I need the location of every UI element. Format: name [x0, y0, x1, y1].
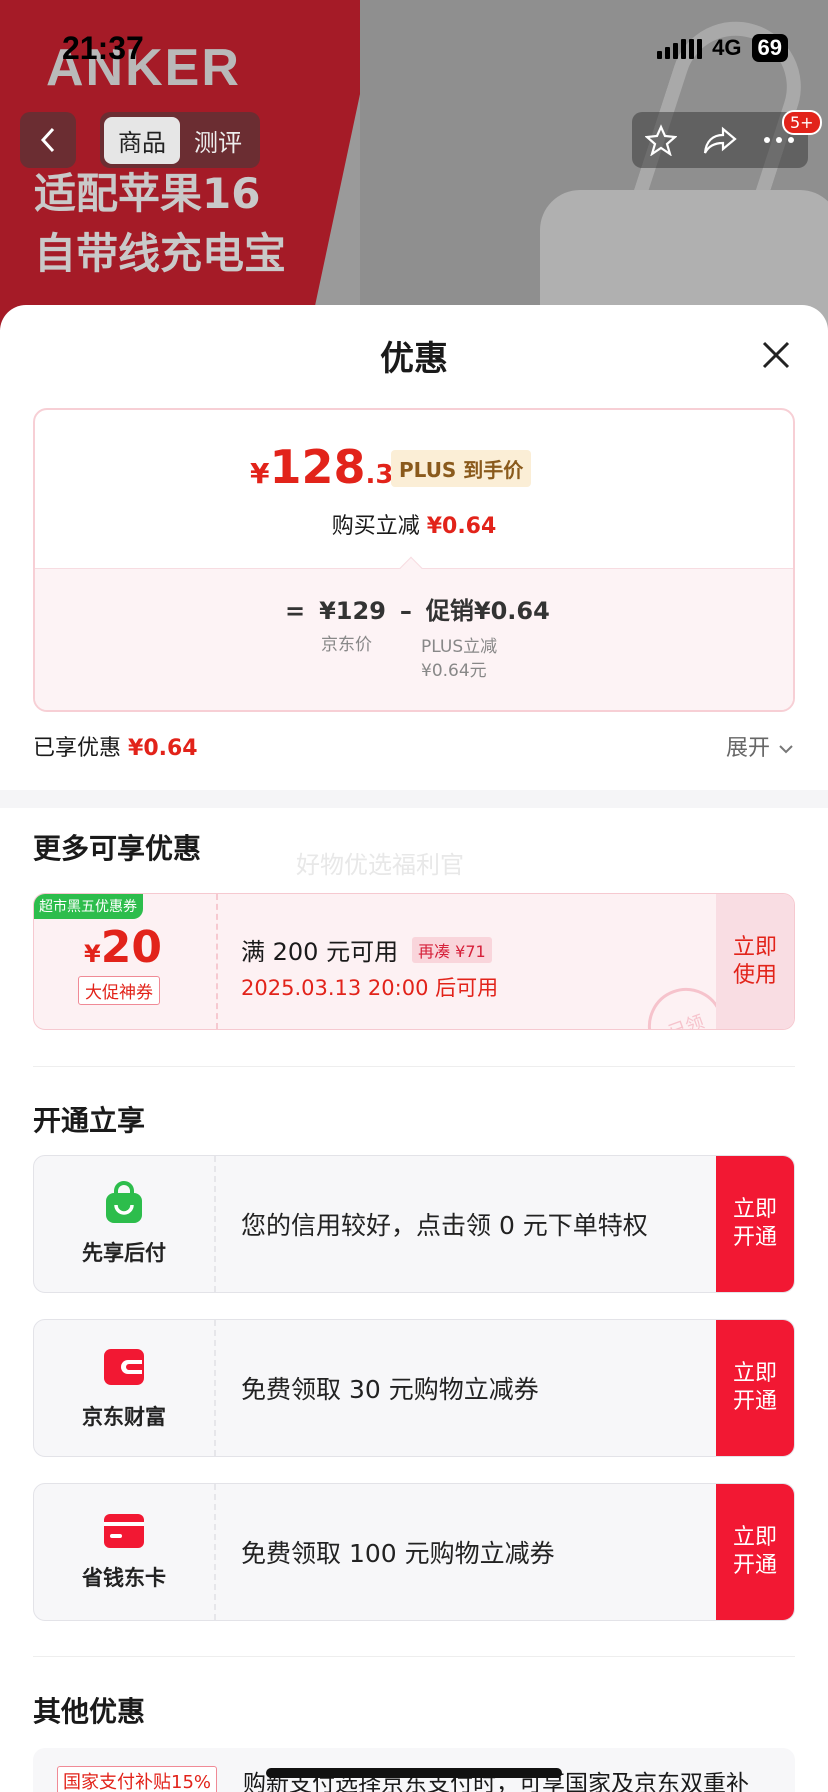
instant-discount-line: 购买立减 ¥0.64 — [35, 508, 793, 540]
activate-line-1: 立即 — [732, 1361, 777, 1386]
activate-line-2: 开通 — [732, 1553, 777, 1578]
banner-headline: 适配苹果16 — [34, 169, 261, 218]
service-description: 免费领取 100 元购物立减券 — [241, 1539, 555, 1568]
price-currency: ¥ — [250, 457, 270, 490]
tab-reviews[interactable]: 测评 — [180, 117, 256, 164]
enjoyed-value: ¥0.64 — [128, 736, 198, 761]
service-card-savings: 省钱东卡 免费领取 100 元购物立减券 立即 开通 — [33, 1483, 795, 1621]
signal-icon — [657, 37, 703, 59]
more-icon[interactable] — [763, 135, 795, 145]
card-icon — [104, 1514, 144, 1548]
back-button[interactable] — [20, 112, 76, 168]
service-name: 省钱东卡 — [82, 1566, 166, 1590]
chevron-left-icon — [40, 127, 55, 153]
service-card-pay-later: 先享后付 您的信用较好，点击领 0 元下单特权 立即 开通 — [33, 1155, 795, 1293]
star-icon[interactable] — [645, 124, 677, 156]
sheet-title: 优惠 — [380, 339, 448, 379]
coupon-amount: ¥ 20 — [84, 922, 162, 973]
subsidy-tag: 国家支付补贴15% — [57, 1766, 218, 1792]
divider — [33, 1656, 795, 1657]
watermark-text: 好物优选福利官 — [296, 851, 464, 879]
promo-amount: 促销¥0.64 — [425, 597, 550, 625]
chevron-down-icon — [779, 745, 793, 754]
activate-line-2: 开通 — [732, 1225, 777, 1250]
base-price: ¥129 — [319, 597, 386, 625]
coupon-number: 20 — [100, 922, 162, 973]
tab-product[interactable]: 商品 — [104, 116, 180, 164]
enjoyed-label: 已享优惠 — [33, 736, 122, 761]
home-indicator[interactable] — [266, 1768, 562, 1778]
expand-button[interactable]: 展开 — [726, 730, 795, 762]
discount-sheet: 优惠 ¥ 128 .36 PLUS 到手价 购买立减 ¥0.64 = ¥129 … — [0, 305, 828, 1792]
other-discounts-title: 其他优惠 — [33, 1695, 146, 1728]
final-price: ¥ 128 .36 — [250, 440, 412, 494]
service-name: 先享后付 — [82, 1241, 166, 1265]
activate-button[interactable]: 立即 开通 — [716, 1320, 794, 1456]
coupon-valid-date: 2025.03.13 20:00 后可用 — [241, 976, 499, 1000]
close-icon[interactable] — [756, 335, 796, 375]
service-brand: 京东财富 — [34, 1320, 216, 1456]
activate-line-1: 立即 — [732, 1197, 777, 1222]
battery-icon: 69 — [751, 34, 788, 62]
wallet-icon — [104, 1349, 144, 1385]
status-indicators: 4G 69 — [657, 34, 788, 62]
service-brand: 先享后付 — [34, 1156, 216, 1292]
plus-price-tag: PLUS 到手价 — [391, 450, 532, 487]
coupon-card: 超市黑五优惠券 ¥ 20 大促神券 满 200 元可用 再凑 ¥71 2025.… — [33, 893, 795, 1030]
divider — [33, 1066, 795, 1067]
price-breakdown-card: ¥ 128 .36 PLUS 到手价 购买立减 ¥0.64 = ¥129 – 促… — [33, 408, 795, 712]
equals-sign: = — [285, 597, 306, 625]
activate-line-2: 开通 — [732, 1389, 777, 1414]
expand-label: 展开 — [725, 736, 770, 761]
service-card-wealth: 京东财富 免费领取 30 元购物立减券 立即 开通 — [33, 1319, 795, 1457]
status-time: 21:37 — [62, 30, 144, 66]
price-integer: 128 — [269, 440, 366, 494]
enjoyed-discount: 已享优惠 ¥0.64 — [33, 730, 198, 762]
bag-icon — [106, 1181, 142, 1223]
service-name: 京东财富 — [82, 1405, 166, 1429]
use-button-line-2: 使用 — [732, 962, 777, 988]
use-coupon-button[interactable]: 立即 使用 — [716, 894, 794, 1029]
instant-discount-label: 购买立减 — [331, 514, 420, 539]
service-description: 免费领取 30 元购物立减券 — [241, 1375, 539, 1404]
coupon-value-area: 超市黑五优惠券 ¥ 20 大促神券 — [34, 894, 218, 1029]
message-badge: 5+ — [782, 110, 822, 135]
promo-label-1: PLUS立减 — [421, 637, 498, 657]
instant-discount-value: ¥0.64 — [426, 514, 497, 539]
coupon-gap-badge: 再凑 ¥71 — [412, 936, 492, 963]
more-discounts-title: 更多可享优惠 — [33, 832, 202, 865]
service-description: 您的信用较好，点击领 0 元下单特权 — [241, 1211, 648, 1240]
activate-button[interactable]: 立即 开通 — [716, 1156, 794, 1292]
coupon-condition-text: 满 200 元可用 — [241, 938, 399, 966]
section-divider — [0, 790, 828, 808]
activate-line-1: 立即 — [732, 1525, 777, 1550]
open-section-title: 开通立享 — [33, 1104, 146, 1137]
price-summary: ¥ 128 .36 PLUS 到手价 购买立减 ¥0.64 — [35, 410, 793, 568]
coupon-condition: 满 200 元可用 再凑 ¥71 — [241, 932, 492, 967]
network-type: 4G — [712, 35, 742, 60]
formula-row: = ¥129 – 促销¥0.64 — [285, 591, 550, 626]
coupon-currency: ¥ — [84, 940, 101, 968]
promo-label-2: ¥0.64元 — [421, 661, 487, 681]
service-brand: 省钱东卡 — [34, 1484, 216, 1620]
coupon-subtitle: 大促神券 — [78, 976, 160, 1005]
share-icon[interactable] — [703, 125, 737, 155]
nav-tabs: 商品 测评 — [100, 112, 260, 168]
coupon-tag: 超市黑五优惠券 — [34, 894, 143, 919]
base-price-label: 京东价 — [321, 635, 372, 655]
price-formula: = ¥129 – 促销¥0.64 京东价 PLUS立减 ¥0.64元 — [35, 568, 793, 710]
use-button-line-1: 立即 — [732, 934, 777, 960]
activate-button[interactable]: 立即 开通 — [716, 1484, 794, 1620]
minus-sign: – — [399, 597, 412, 625]
banner-subheadline: 自带线充电宝 — [34, 229, 287, 278]
